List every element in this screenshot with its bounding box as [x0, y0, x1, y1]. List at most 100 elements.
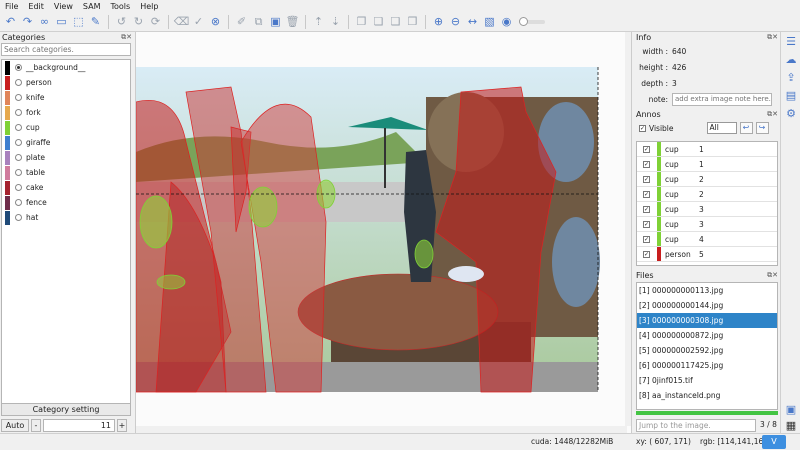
zoom-out-icon[interactable]: ⊖	[449, 15, 462, 28]
version-button[interactable]: V	[762, 435, 786, 449]
annotation-visible-checkbox[interactable]: ✓	[643, 160, 650, 168]
file-item[interactable]: [4] 000000000872.jpg	[637, 328, 777, 343]
rotate-left-icon[interactable]: ↺	[115, 15, 128, 28]
category-item[interactable]: hat	[2, 210, 130, 225]
category-radio[interactable]	[15, 109, 22, 116]
cloud-icon[interactable]: ☁	[784, 53, 798, 67]
zoom-slider[interactable]	[519, 16, 545, 26]
menu-edit[interactable]: Edit	[28, 2, 44, 11]
file-item[interactable]: [6] 000000117425.jpg	[637, 358, 777, 373]
anno-back-icon[interactable]: ↩	[739, 122, 753, 134]
polygon-icon[interactable]: ∞	[38, 15, 51, 28]
visible-checkbox[interactable]: ✓	[639, 124, 646, 132]
panel-float-close-icon[interactable]: ⧉✕	[767, 33, 780, 42]
file-item[interactable]: [2] 000000000144.jpg	[637, 298, 777, 313]
category-item[interactable]: giraffe	[2, 135, 130, 150]
zoom-slider-knob[interactable]	[519, 16, 528, 26]
annotation-visible-checkbox[interactable]: ✓	[643, 250, 650, 258]
anno-forward-icon[interactable]: ↪	[755, 122, 769, 134]
annotation-visible-checkbox[interactable]: ✓	[643, 205, 650, 213]
category-item[interactable]: cake	[2, 180, 130, 195]
cloud-upload-icon[interactable]: ⇪	[784, 71, 798, 85]
category-item[interactable]: fence	[2, 195, 130, 210]
canvas-vertical-scrollbar[interactable]	[625, 32, 631, 426]
file-item[interactable]: [7] 0jinf015.tif	[637, 373, 777, 388]
annotation-row[interactable]: ✓ cup 3	[637, 202, 777, 217]
layer-3-icon[interactable]: ❑	[389, 15, 402, 28]
category-radio[interactable]	[15, 64, 22, 71]
category-setting-button[interactable]: Category setting	[1, 403, 131, 416]
category-item[interactable]: table	[2, 165, 130, 180]
move-down-icon[interactable]: ⇣	[329, 15, 342, 28]
annotation-visible-checkbox[interactable]: ✓	[643, 175, 650, 183]
file-item[interactable]: [1] 000000000113.jpg	[637, 283, 777, 298]
annotation-row[interactable]: ✓ cup 1	[637, 157, 777, 172]
category-item[interactable]: cup	[2, 120, 130, 135]
file-item[interactable]: [8] aa_instanceId.png	[637, 388, 777, 403]
undo-icon[interactable]: ↶	[4, 15, 17, 28]
rotate-right-icon[interactable]: ↻	[132, 15, 145, 28]
category-item[interactable]: knife	[2, 90, 130, 105]
category-radio[interactable]	[15, 79, 22, 86]
list-icon[interactable]: ☰	[784, 35, 798, 49]
delete-icon[interactable]: 🗑	[286, 15, 300, 28]
jump-to-image-input[interactable]: Jump to the image.	[636, 419, 756, 432]
image-icon[interactable]: ▧	[483, 15, 496, 28]
category-radio[interactable]	[15, 124, 22, 131]
check-icon[interactable]: ✓	[192, 15, 205, 28]
layer-1-icon[interactable]: ❐	[355, 15, 368, 28]
category-search-input[interactable]	[1, 43, 131, 56]
category-radio[interactable]	[15, 214, 22, 221]
category-radio[interactable]	[15, 199, 22, 206]
redo-icon[interactable]: ↷	[21, 15, 34, 28]
menu-view[interactable]: View	[54, 2, 73, 11]
brush-icon[interactable]: ✎	[89, 15, 102, 28]
terminal-icon[interactable]: ▦	[784, 419, 798, 433]
category-item[interactable]: fork	[2, 105, 130, 120]
note-input[interactable]	[672, 92, 772, 106]
decrement-button[interactable]: -	[31, 419, 41, 432]
zoom-in-icon[interactable]: ⊕	[432, 15, 445, 28]
fit-width-icon[interactable]: ↔	[466, 15, 479, 28]
annotation-row[interactable]: ✓ cup 4	[637, 232, 777, 247]
annotation-visible-checkbox[interactable]: ✓	[643, 220, 650, 228]
rectangle-icon[interactable]: ▭	[55, 15, 68, 28]
file-item[interactable]: [3] 000000000308.jpg	[637, 313, 777, 328]
cancel-icon[interactable]: ⊗	[209, 15, 222, 28]
menu-help[interactable]: Help	[140, 2, 158, 11]
layer-4-icon[interactable]: ❒	[406, 15, 419, 28]
copy-icon[interactable]: ⧉	[252, 15, 265, 28]
menu-tools[interactable]: Tools	[110, 2, 130, 11]
settings-icon[interactable]: ⚙	[784, 107, 798, 121]
panel-float-close-icon[interactable]: ⧉✕	[767, 110, 780, 119]
auto-button[interactable]: Auto	[1, 419, 29, 432]
category-item[interactable]: __background__	[2, 60, 130, 75]
repeat-icon[interactable]: ⟳	[149, 15, 162, 28]
image-canvas[interactable]	[135, 32, 632, 433]
file-item[interactable]: [5] 000000002592.jpg	[637, 343, 777, 358]
menu-file[interactable]: File	[5, 2, 18, 11]
annotation-row[interactable]: ✓ cup 1	[637, 142, 777, 157]
annotation-visible-checkbox[interactable]: ✓	[643, 235, 650, 243]
panel-toggle-icon[interactable]: ▣	[784, 403, 798, 417]
box-select-icon[interactable]: ⬚	[72, 15, 85, 28]
image-label-icon[interactable]: ▤	[784, 89, 798, 103]
menu-sam[interactable]: SAM	[83, 2, 101, 11]
category-radio[interactable]	[15, 169, 22, 176]
category-radio[interactable]	[15, 154, 22, 161]
eye-icon[interactable]: ◉	[500, 15, 513, 28]
clear-icon[interactable]: ⌫	[174, 15, 190, 28]
annotation-row[interactable]: ✓ cup 2	[637, 187, 777, 202]
annotation-visible-checkbox[interactable]: ✓	[643, 145, 650, 153]
increment-button[interactable]: +	[117, 419, 127, 432]
category-radio[interactable]	[15, 139, 22, 146]
category-radio[interactable]	[15, 94, 22, 101]
annotated-image[interactable]	[136, 32, 627, 426]
panel-float-close-icon[interactable]: ⧉✕	[121, 33, 134, 42]
category-item[interactable]: plate	[2, 150, 130, 165]
edit-icon[interactable]: ✐	[235, 15, 248, 28]
move-up-icon[interactable]: ⇡	[312, 15, 325, 28]
category-item[interactable]: person	[2, 75, 130, 90]
layer-2-icon[interactable]: ❏	[372, 15, 385, 28]
panel-float-close-icon[interactable]: ⧉✕	[767, 271, 780, 280]
